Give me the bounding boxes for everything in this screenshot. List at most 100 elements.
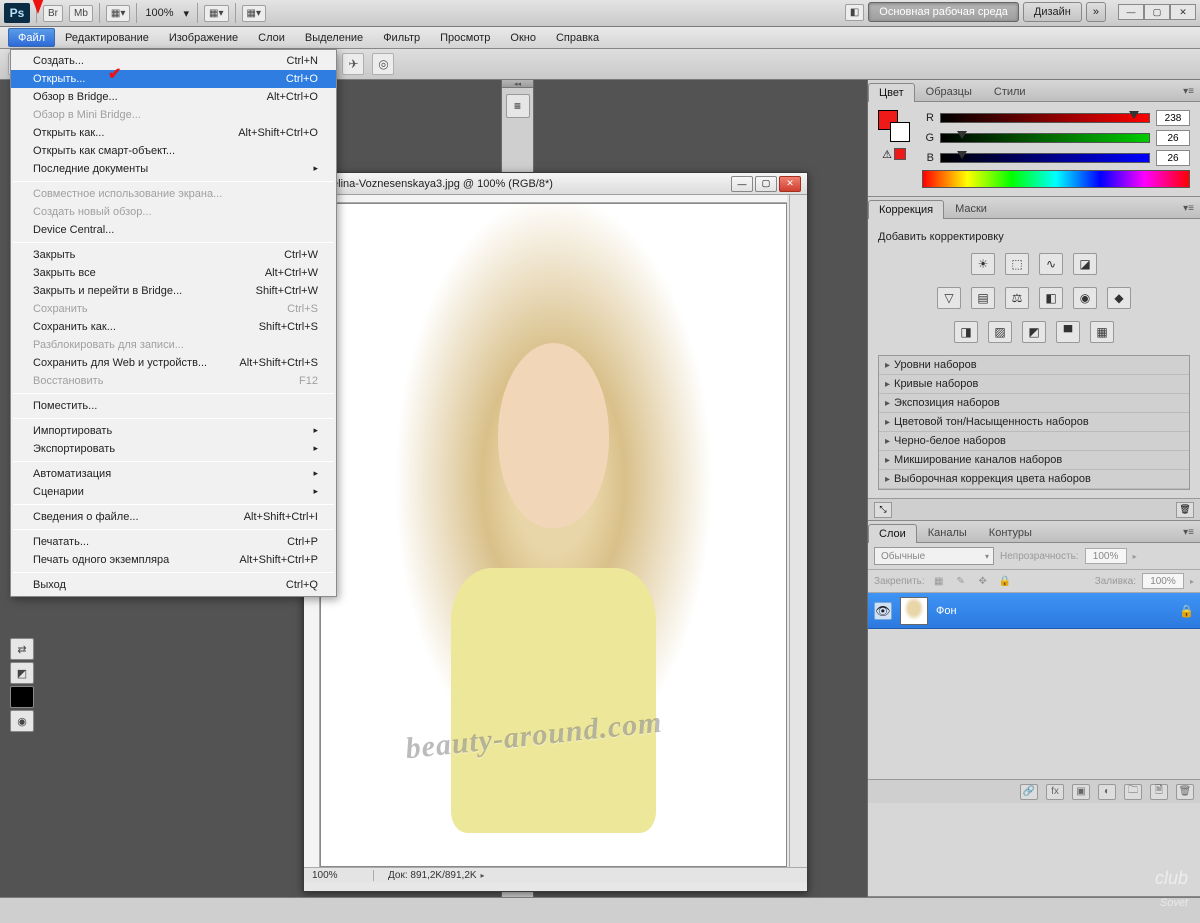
background-swatch[interactable]	[890, 122, 910, 142]
doc-maximize-icon[interactable]: ▢	[755, 176, 777, 192]
file-menu-item[interactable]: Поместить...	[11, 397, 336, 415]
panel-menu-icon[interactable]: ▾≡	[1177, 82, 1200, 101]
file-menu-item[interactable]: Сохранить для Web и устройств...Alt+Shif…	[11, 354, 336, 372]
workspace-selector-active[interactable]: Основная рабочая среда	[868, 2, 1019, 22]
preset-selective[interactable]: Выборочная коррекция цвета наборов	[879, 470, 1189, 489]
layer-list[interactable]: 👁 Фон 🔒	[868, 593, 1200, 779]
menu-help[interactable]: Справка	[546, 27, 609, 48]
file-menu-item[interactable]: ВыходCtrl+Q	[11, 576, 336, 594]
file-menu-item[interactable]: Обзор в Bridge...Alt+Ctrl+O	[11, 88, 336, 106]
file-menu-item[interactable]: Создать...Ctrl+N	[11, 52, 336, 70]
preset-hue[interactable]: Цветовой тон/Насыщенность наборов	[879, 413, 1189, 432]
adjustment-presets[interactable]: Уровни наборов Кривые наборов Экспозиция…	[878, 355, 1190, 490]
airbrush-icon[interactable]: ✈	[342, 53, 364, 75]
minibridge-button[interactable]: Mb	[69, 5, 93, 22]
gamut-color-icon[interactable]	[894, 148, 906, 160]
close-icon[interactable]: ✕	[1170, 4, 1196, 20]
minimize-icon[interactable]: —	[1118, 4, 1144, 20]
tab-layers[interactable]: Слои	[868, 524, 917, 543]
tab-masks[interactable]: Маски	[944, 199, 998, 218]
preset-mixer[interactable]: Микширование каналов наборов	[879, 451, 1189, 470]
doc-minimize-icon[interactable]: —	[731, 176, 753, 192]
color-balance-icon[interactable]: ⚖	[1005, 287, 1029, 309]
file-menu-item[interactable]: Закрыть всеAlt+Ctrl+W	[11, 264, 336, 282]
new-layer-icon[interactable]: 🗎	[1150, 784, 1168, 800]
menu-select[interactable]: Выделение	[295, 27, 373, 48]
lock-paint-icon[interactable]: ✎	[953, 574, 969, 588]
expand-icon[interactable]: ⤡	[874, 502, 892, 518]
document-canvas[interactable]: beauty-around.com	[320, 203, 787, 867]
strip-handle[interactable]: ◂◂	[502, 80, 533, 88]
preset-exposure[interactable]: Экспозиция наборов	[879, 394, 1189, 413]
layer-group-icon[interactable]: 🗀	[1124, 784, 1142, 800]
doc-zoom-field[interactable]: 100%	[304, 870, 374, 881]
maximize-icon[interactable]: ▢	[1144, 4, 1170, 20]
brightness-icon[interactable]: ☀	[971, 253, 995, 275]
menu-filter[interactable]: Фильтр	[373, 27, 430, 48]
panel-menu-icon[interactable]: ▾≡	[1177, 523, 1200, 542]
workspace-design[interactable]: Дизайн	[1023, 2, 1082, 22]
g-slider[interactable]	[940, 133, 1150, 143]
adjustment-layer-icon[interactable]: ◐	[1098, 784, 1116, 800]
default-colors-icon[interactable]: ◩	[10, 662, 34, 684]
lock-pixels-icon[interactable]: ▦	[931, 574, 947, 588]
panel-menu-icon[interactable]: ▾≡	[1177, 199, 1200, 218]
r-slider[interactable]	[940, 113, 1150, 123]
document-titlebar[interactable]: 0.Evelina-Voznesenskaya3.jpg @ 100% (RGB…	[304, 173, 807, 195]
file-menu-item[interactable]: Закрыть и перейти в Bridge...Shift+Ctrl+…	[11, 282, 336, 300]
lock-icon[interactable]: 🔒	[1179, 604, 1194, 618]
history-icon[interactable]: ≡	[506, 94, 530, 118]
pressure-size-icon[interactable]: ◎	[372, 53, 394, 75]
screen-mode-button[interactable]: ▦▾	[106, 5, 130, 22]
menu-file[interactable]: Файл	[8, 28, 55, 47]
workspace-more[interactable]: »	[1086, 2, 1106, 22]
channel-mixer-icon[interactable]: ◆	[1107, 287, 1131, 309]
file-menu-item[interactable]: Device Central...	[11, 221, 336, 239]
file-menu-item[interactable]: Сохранить как...Shift+Ctrl+S	[11, 318, 336, 336]
layer-opacity-input[interactable]: 100%	[1085, 548, 1127, 564]
tab-paths[interactable]: Контуры	[978, 523, 1043, 542]
file-menu-item[interactable]: Импортировать	[11, 422, 336, 440]
tab-adjustments[interactable]: Коррекция	[868, 200, 944, 219]
gamut-warning-icon[interactable]: ⚠	[882, 148, 892, 161]
preset-bw[interactable]: Черно-белое наборов	[879, 432, 1189, 451]
file-menu-item[interactable]: Автоматизация	[11, 465, 336, 483]
file-menu-item[interactable]: Экспортировать	[11, 440, 336, 458]
file-menu-item[interactable]: Последние документы	[11, 160, 336, 178]
tab-color[interactable]: Цвет	[868, 83, 915, 102]
levels-icon[interactable]: ⬚	[1005, 253, 1029, 275]
vibrance-icon[interactable]: ▽	[937, 287, 961, 309]
posterize-icon[interactable]: ▨	[988, 321, 1012, 343]
lock-position-icon[interactable]: ✥	[975, 574, 991, 588]
layer-name[interactable]: Фон	[936, 605, 957, 617]
file-menu-item[interactable]: Открыть как...Alt+Shift+Ctrl+O	[11, 124, 336, 142]
bw-icon[interactable]: ◧	[1039, 287, 1063, 309]
layer-item-background[interactable]: 👁 Фон 🔒	[868, 593, 1200, 629]
spectrum-ramp[interactable]	[922, 170, 1190, 188]
threshold-icon[interactable]: ◩	[1022, 321, 1046, 343]
doc-info[interactable]: Док: 891,2K/891,2K	[374, 870, 477, 881]
layer-thumbnail[interactable]	[900, 597, 928, 625]
menu-view[interactable]: Просмотр	[430, 27, 500, 48]
file-menu-item[interactable]: Печать одного экземпляраAlt+Shift+Ctrl+P	[11, 551, 336, 569]
bridge-button[interactable]: Br	[43, 5, 63, 22]
fg-swatch[interactable]	[10, 686, 34, 708]
b-slider[interactable]	[940, 153, 1150, 163]
cs-live-button[interactable]: ◧	[845, 4, 864, 21]
photo-filter-icon[interactable]: ◉	[1073, 287, 1097, 309]
invert-icon[interactable]: ◨	[954, 321, 978, 343]
menu-edit[interactable]: Редактирование	[55, 27, 159, 48]
trash-icon[interactable]: 🗑	[1176, 502, 1194, 518]
quickmask-icon[interactable]: ◉	[10, 710, 34, 732]
menu-layer[interactable]: Слои	[248, 27, 295, 48]
r-value[interactable]: 238	[1156, 110, 1190, 126]
hue-sat-icon[interactable]: ▤	[971, 287, 995, 309]
tab-swatches[interactable]: Образцы	[915, 82, 983, 101]
file-menu-item[interactable]: Печатать...Ctrl+P	[11, 533, 336, 551]
extras-button[interactable]: ▦▾	[242, 5, 266, 22]
tab-styles[interactable]: Стили	[983, 82, 1037, 101]
preset-curves[interactable]: Кривые наборов	[879, 375, 1189, 394]
link-layers-icon[interactable]: 🔗	[1020, 784, 1038, 800]
layer-mask-icon[interactable]: ▣	[1072, 784, 1090, 800]
menu-window[interactable]: Окно	[500, 27, 546, 48]
